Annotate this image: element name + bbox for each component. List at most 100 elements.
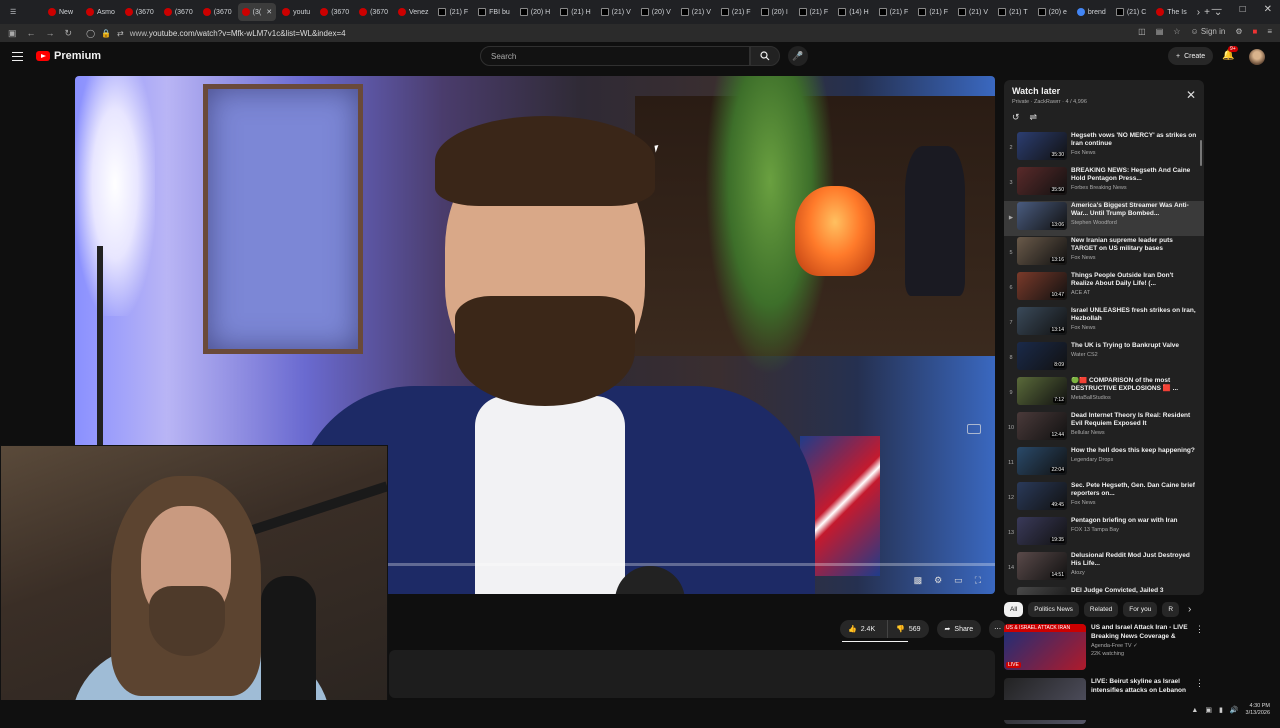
browser-tab[interactable]: (21) F: [914, 3, 952, 21]
browser-tab[interactable]: (21) H: [556, 3, 594, 21]
playlist-item[interactable]: 3 35:50 BREAKING NEWS: Hegseth And Caine H…: [1004, 166, 1204, 201]
browser-tab[interactable]: (3670: [316, 3, 353, 21]
close-tab-icon[interactable]: ✕: [266, 8, 272, 16]
playlist-item-title[interactable]: Dead Internet Theory Is Real: Resident E…: [1071, 412, 1197, 428]
playlist-item-channel[interactable]: FOX 13 Tampa Bay: [1071, 527, 1197, 533]
playlist-item-thumbnail[interactable]: 13:14: [1017, 307, 1067, 335]
extensions-icon[interactable]: ⚙: [1235, 27, 1242, 36]
playlist-item-title[interactable]: BREAKING NEWS: Hegseth And Caine Hold Pe…: [1071, 167, 1197, 183]
playlist-item-thumbnail[interactable]: 7:12: [1017, 377, 1067, 405]
reader-icon[interactable]: ▤: [1156, 27, 1164, 36]
create-button[interactable]: + Create: [1168, 47, 1214, 65]
fullscreen-icon[interactable]: ⛶: [975, 575, 981, 586]
playlist-item-channel[interactable]: Water CS2: [1071, 352, 1197, 358]
signin-button[interactable]: ☺ Sign in: [1190, 27, 1225, 36]
playlist-item[interactable]: 5 13:16 New Iranian supreme leader puts TA…: [1004, 236, 1204, 271]
browser-tab[interactable]: (14) H: [834, 3, 872, 21]
wallet-icon[interactable]: ■: [1252, 27, 1257, 36]
browser-tab[interactable]: (21) C: [1112, 3, 1150, 21]
browser-tab[interactable]: (21) T: [994, 3, 1032, 21]
more-vertical-icon[interactable]: ⋮: [1195, 678, 1204, 689]
browser-tab[interactable]: (20) V: [637, 3, 675, 21]
related-video-channel[interactable]: Agenda-Free TV ✓: [1091, 643, 1191, 649]
site-settings-icon[interactable]: ⇄: [117, 29, 124, 38]
playlist-item[interactable]: 2 35:30 Hegseth vows 'NO MERCY' as strikes…: [1004, 131, 1204, 166]
playlist-item[interactable]: 12 49:45 Sec. Pete Hegseth, Gen. Dan Caine…: [1004, 481, 1204, 516]
related-video-title[interactable]: LIVE: Beirut skyline as Israel intensifi…: [1091, 678, 1191, 695]
playlist-item-channel[interactable]: Fox News: [1071, 325, 1197, 331]
browser-tab[interactable]: youtu: [278, 3, 314, 21]
playlist-item-thumbnail[interactable]: 8:09: [1017, 342, 1067, 370]
playlist-item-title[interactable]: The UK is Trying to Bankrupt Valve: [1071, 342, 1197, 350]
browser-tab[interactable]: Asmo: [82, 3, 119, 21]
battery-icon[interactable]: ▮: [1219, 706, 1223, 714]
playlist-item-title[interactable]: DEI Judge Convicted, Jailed 3: [1071, 587, 1197, 595]
playlist-item[interactable]: ▶ 13:06 America's Biggest Streamer Was Ant…: [1004, 201, 1204, 236]
maximize-icon[interactable]: □: [1240, 4, 1246, 15]
playlist-item-channel[interactable]: Atozy: [1071, 570, 1197, 576]
playlist-item-title[interactable]: Things People Outside Iran Don't Realize…: [1071, 272, 1197, 288]
filter-chip[interactable]: Politics News: [1028, 602, 1079, 617]
playlist-item-thumbnail[interactable]: 35:50: [1017, 167, 1067, 195]
playlist-item-title[interactable]: 🟢🟥 COMPARISON of the most DESTRUCTIVE EX…: [1071, 377, 1197, 393]
playlist-item[interactable]: 8 8:09 The UK is Trying to Bankrupt Valve W…: [1004, 341, 1204, 376]
playlist-item-channel[interactable]: ACE AT: [1071, 290, 1197, 296]
loop-icon[interactable]: ↺: [1012, 112, 1020, 123]
hamburger-menu-icon[interactable]: [12, 52, 23, 61]
browser-tab[interactable]: (20) H: [516, 3, 554, 21]
browser-tab[interactable]: (21) F: [795, 3, 833, 21]
playlist-item[interactable]: 6 10:47 Things People Outside Iran Don't R…: [1004, 271, 1204, 306]
tray-chevron-icon[interactable]: ▲: [1191, 707, 1198, 714]
playlist-item-channel[interactable]: Bellular News: [1071, 430, 1197, 436]
browser-tab[interactable]: (21) V: [954, 3, 992, 21]
playlist-item-thumbnail[interactable]: 13:06: [1017, 202, 1067, 230]
playlist-item[interactable]: 7 13:14 Israel UNLEASHES fresh strikes on …: [1004, 306, 1204, 341]
tab-list-button[interactable]: ☰: [6, 3, 42, 21]
browser-tab[interactable]: brend: [1073, 3, 1110, 21]
playlist-item-thumbnail[interactable]: 35:30: [1017, 132, 1067, 160]
playlist-item-thumbnail[interactable]: 12:44: [1017, 412, 1067, 440]
playlist-item-thumbnail[interactable]: 49:45: [1017, 482, 1067, 510]
playlist-item-thumbnail[interactable]: 22:04: [1017, 447, 1067, 475]
related-video-thumbnail[interactable]: US & ISRAEL ATTACK IRAN LIVE: [1004, 624, 1086, 670]
browser-menu-icon[interactable]: ≡: [1267, 27, 1272, 36]
share-button[interactable]: ➦ Share: [936, 620, 982, 638]
browser-tab[interactable]: (21) F: [434, 3, 472, 21]
install-icon[interactable]: ◫: [1138, 27, 1146, 36]
url-field[interactable]: ◯ 🔒 ⇄ www.youtube.com/watch?v=Mfk-wLM7v1…: [86, 29, 346, 38]
chips-next-icon[interactable]: ›: [1188, 604, 1191, 615]
playlist-item-channel[interactable]: Fox News: [1071, 500, 1197, 506]
like-button[interactable]: 👍 2.4K: [840, 620, 883, 638]
related-video-title[interactable]: US and Israel Attack Iran - LIVE Breakin…: [1091, 624, 1191, 641]
miniplayer-icon[interactable]: [967, 424, 981, 434]
playlist-item-channel[interactable]: MetaBallStudios: [1071, 395, 1197, 401]
playlist-item[interactable]: 13 19:35 Pentagon briefing on war with Ira…: [1004, 516, 1204, 551]
notifications-button[interactable]: 🔔 9+: [1222, 46, 1238, 61]
close-window-icon[interactable]: ✕: [1264, 4, 1272, 15]
playlist-item-title[interactable]: Delusional Reddit Mod Just Destroyed His…: [1071, 552, 1197, 568]
browser-tab[interactable]: (20) I: [757, 3, 793, 21]
browser-tab[interactable]: (3670: [121, 3, 158, 21]
account-avatar[interactable]: [1249, 49, 1265, 65]
settings-gear-icon[interactable]: ⚙: [934, 575, 942, 586]
playlist-item[interactable]: 14 14:51 Delusional Reddit Mod Just Destro…: [1004, 551, 1204, 586]
more-vertical-icon[interactable]: ⋮: [1195, 624, 1204, 635]
playlist-title[interactable]: Watch later: [1012, 86, 1196, 96]
browser-tab[interactable]: Venez: [394, 3, 432, 21]
theater-mode-icon[interactable]: ▭: [954, 575, 963, 586]
description-box[interactable]: [389, 650, 995, 698]
playlist-item-thumbnail[interactable]: 19:35: [1017, 517, 1067, 545]
back-icon[interactable]: ←: [27, 28, 36, 39]
dislike-button[interactable]: 👎 569: [887, 620, 928, 638]
browser-tab[interactable]: (21) F: [875, 3, 913, 21]
tab-scroll-icon[interactable]: ›: [1197, 7, 1200, 18]
shield-icon[interactable]: ◯: [86, 29, 95, 38]
search-button[interactable]: [750, 46, 780, 66]
voice-search-button[interactable]: 🎤: [788, 46, 808, 66]
filter-chip[interactable]: Related: [1083, 602, 1119, 617]
playlist-item[interactable]: 9 7:12 🟢🟥 COMPARISON of the most DESTRUCTI…: [1004, 376, 1204, 411]
filter-chip[interactable]: R: [1162, 602, 1180, 617]
browser-tab[interactable]: New: [44, 3, 80, 21]
browser-tab[interactable]: (3670: [199, 3, 236, 21]
playlist-item-title[interactable]: Sec. Pete Hegseth, Gen. Dan Caine brief …: [1071, 482, 1197, 498]
